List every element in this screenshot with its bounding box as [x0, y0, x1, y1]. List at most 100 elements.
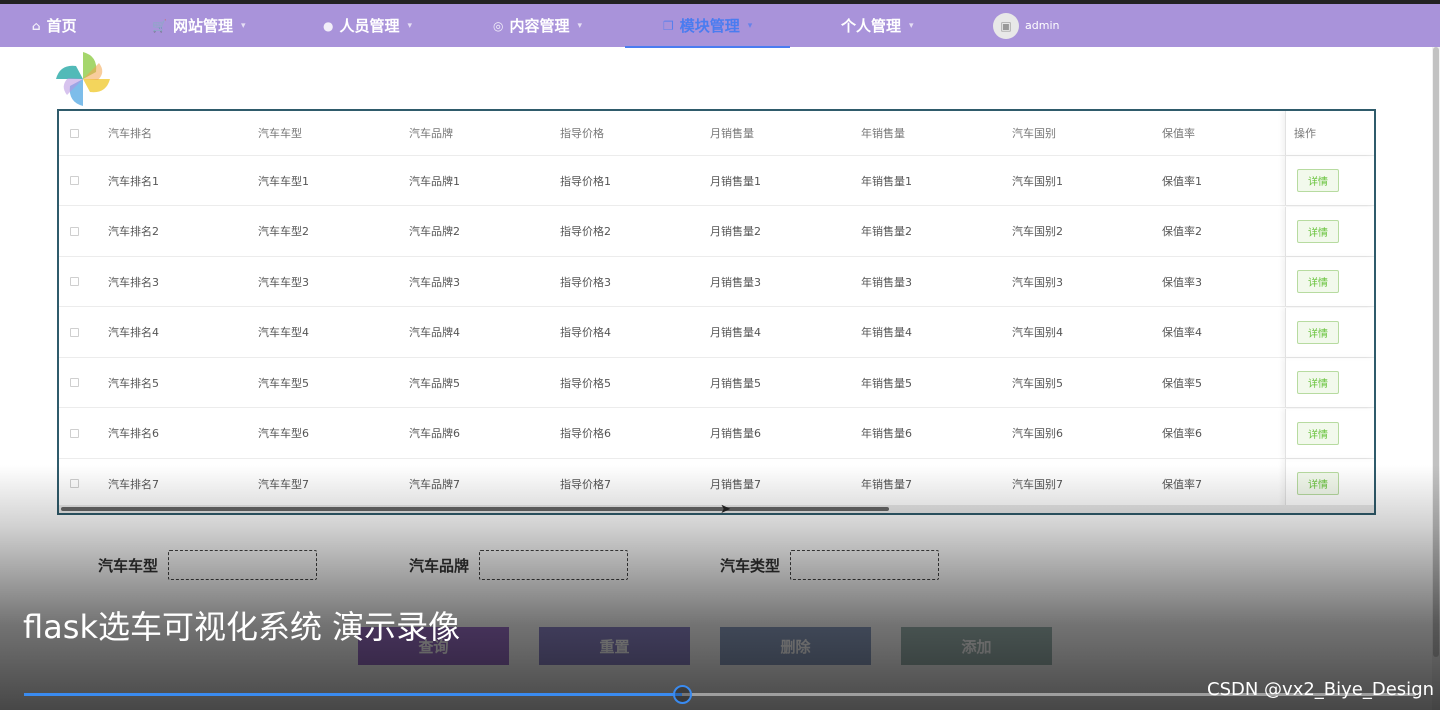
table-cell: 月销售量5: [710, 376, 761, 390]
table-cell: 汽车排名3: [108, 275, 159, 289]
table-cell: 指导价格5: [560, 376, 611, 390]
nav-item-0[interactable]: ⌂ 首页: [32, 4, 77, 47]
detail-button[interactable]: 详情: [1297, 169, 1339, 192]
nav-item-2[interactable]: ● 人员管理 ▾: [323, 4, 412, 47]
table-scroll-thumb[interactable]: [61, 507, 889, 511]
chevron-down-icon: ▾: [407, 20, 413, 31]
add-button[interactable]: 添加: [901, 627, 1052, 665]
table-cell: 汽车国别2: [1012, 225, 1063, 238]
nav-item-1[interactable]: 🛒 网站管理 ▾: [152, 4, 246, 47]
nav-item-label: 网站管理: [172, 17, 233, 35]
detail-button[interactable]: 详情: [1297, 270, 1339, 293]
detail-button[interactable]: 详情: [1297, 421, 1339, 445]
table-cell: 汽车国别1: [1012, 174, 1063, 188]
nav-item-label: 内容管理: [509, 17, 570, 35]
copy-icon: ❐: [663, 18, 674, 33]
video-progress-handle[interactable]: [673, 685, 693, 704]
table-header-row: 汽车排名 汽车车型 汽车品牌 指导价格 月销售量 年销售量 汽车国别 保值率 操作: [59, 111, 1374, 156]
table-cell: 汽车品牌5: [409, 376, 460, 390]
reset-button[interactable]: 重置: [539, 627, 690, 665]
car-brand-label: 汽车品牌: [409, 557, 470, 575]
table-row: 汽车排名3 汽车车型3 汽车品牌3 指导价格3 月销售量3 年销售量3 汽车国别3 保值率3 详…: [59, 257, 1374, 307]
chevron-down-icon: ▾: [909, 20, 914, 31]
table-cell: 年销售量3: [861, 275, 912, 289]
column-header: 年销售量: [861, 127, 905, 140]
table-cell: 汽车品牌3: [409, 275, 460, 289]
table-cell: 汽车车型3: [258, 275, 309, 289]
operation-cell: 详情: [1285, 206, 1374, 256]
row-checkbox[interactable]: [70, 327, 79, 337]
table-cell: 汽车排名6: [108, 427, 159, 440]
column-header: 汽车品牌: [409, 127, 453, 140]
chevron-down-icon: ▾: [577, 20, 583, 31]
user-menu[interactable]: ▣ admin: [993, 4, 1059, 47]
table-cell: 月销售量3: [710, 275, 761, 289]
operation-cell: 详情: [1285, 307, 1374, 357]
page-vertical-scrollbar[interactable]: [1432, 47, 1440, 710]
table-cell: 年销售量7: [861, 477, 912, 491]
table-cell: 汽车品牌2: [409, 225, 460, 238]
car-type-input[interactable]: [790, 550, 939, 580]
column-header: 指导价格: [560, 127, 604, 140]
pinwheel-logo-icon: [56, 52, 110, 106]
nav-item-label: 模块管理: [679, 17, 740, 35]
row-checkbox[interactable]: [70, 277, 79, 286]
table-cell: 汽车品牌1: [409, 174, 460, 188]
operation-cell: 详情: [1285, 459, 1374, 508]
home-icon: ⌂: [32, 18, 41, 33]
row-checkbox[interactable]: [70, 226, 79, 236]
table-cell: 指导价格3: [560, 275, 611, 289]
table-cell: 年销售量5: [861, 376, 912, 390]
nav-item-5[interactable]: 个人管理 ▾: [841, 4, 914, 47]
nav-item-3[interactable]: ◎ 内容管理 ▾: [493, 4, 582, 47]
table-cell: 汽车国别6: [1012, 427, 1063, 440]
row-checkbox[interactable]: [70, 378, 79, 387]
table-cell: 汽车车型6: [258, 427, 309, 440]
row-checkbox[interactable]: [70, 176, 79, 185]
car-model-input[interactable]: [168, 550, 317, 580]
row-checkbox[interactable]: [70, 479, 79, 488]
column-header: 保值率: [1162, 127, 1195, 140]
app-page: ⌂ 首页 🛒 网站管理 ▾ ● 人员管理 ▾ ◎ 内容管理 ▾ ❐ 模块管理 ▾ 个人管理 ▾ ▣ admin 汽…: [0, 0, 1440, 710]
table-cell: 汽车车型7: [258, 477, 309, 491]
table-cell: 汽车排名1: [108, 174, 159, 188]
operation-header-cell: 操作: [1285, 111, 1374, 155]
chevron-down-icon: ▾: [747, 20, 753, 31]
table-cell: 月销售量1: [710, 174, 761, 188]
table-cell: 汽车排名7: [108, 477, 159, 491]
video-progress-fill: [24, 693, 683, 696]
page-scroll-thumb[interactable]: [1433, 47, 1439, 657]
table-cell: 汽车国别7: [1012, 477, 1063, 491]
delete-button[interactable]: 删除: [720, 627, 871, 665]
car-brand-input[interactable]: [479, 550, 628, 580]
username: admin: [1025, 19, 1060, 32]
car-model-label: 汽车车型: [98, 557, 159, 575]
image-avatar-icon: ▣: [993, 12, 1019, 39]
table-row: 汽车排名5 汽车车型5 汽车品牌5 指导价格5 月销售量5 年销售量5 汽车国别5 保值率5 详…: [59, 358, 1374, 408]
table-horizontal-scrollbar[interactable]: [59, 505, 1374, 513]
table-cell: 指导价格4: [560, 326, 611, 339]
detail-button[interactable]: 详情: [1297, 472, 1339, 495]
nav-item-4[interactable]: ❐ 模块管理 ▾: [624, 4, 791, 48]
table-row: 汽车排名7 汽车车型7 汽车品牌7 指导价格7 月销售量7 年销售量7 汽车国别7 保值率7 详…: [59, 459, 1374, 509]
nav-item-label: 个人管理: [841, 17, 902, 35]
table-cell: 汽车品牌6: [409, 427, 460, 440]
operation-cell: 详情: [1285, 358, 1374, 407]
row-checkbox[interactable]: [70, 428, 79, 438]
user-icon: ●: [323, 18, 334, 33]
table-cell: 汽车车型2: [258, 225, 309, 238]
nav-item-label: 人员管理: [339, 17, 400, 35]
table-cell: 保值率2: [1162, 225, 1202, 238]
mouse-cursor-icon: ➤: [720, 502, 731, 517]
detail-button[interactable]: 详情: [1297, 219, 1339, 243]
table-cell: 保值率6: [1162, 427, 1202, 440]
detail-button[interactable]: 详情: [1297, 371, 1339, 394]
chevron-down-icon: ▾: [240, 20, 246, 31]
car-type-label: 汽车类型: [720, 557, 781, 575]
detail-button[interactable]: 详情: [1297, 320, 1339, 344]
column-header: 汽车车型: [258, 127, 302, 140]
row-checkbox[interactable]: [70, 128, 79, 138]
operation-cell: 详情: [1285, 156, 1374, 205]
column-header: 汽车排名: [108, 127, 152, 140]
table-row: 汽车排名6 汽车车型6 汽车品牌6 指导价格6 月销售量6 年销售量6 汽车国别6 保值率6 详…: [59, 408, 1374, 459]
